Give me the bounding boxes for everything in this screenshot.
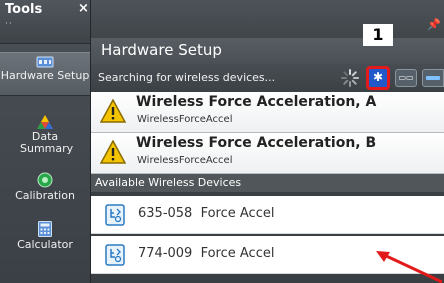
sensor-name: Wireless Force Acceleration, A: [136, 94, 377, 110]
calibration-icon: [37, 172, 53, 188]
sidebar-item-label: Calibration: [15, 189, 75, 202]
calculator-icon: [38, 221, 52, 237]
bluetooth-button[interactable]: ✱: [366, 66, 390, 90]
sidebar-item-calibration[interactable]: Calibration: [0, 172, 90, 202]
sidebar-title: Tools: [5, 2, 43, 17]
loading-spinner-icon: [341, 69, 359, 87]
available-devices-label: Available Wireless Devices: [95, 176, 242, 189]
sidebar-item-hardware-setup[interactable]: Hardware Setup: [0, 52, 90, 96]
sidebar-item-calculator[interactable]: Calculator: [0, 221, 90, 251]
cable-icon: [426, 76, 440, 80]
usb-icon: ▭▭: [398, 73, 414, 82]
hardware-icon: [36, 56, 54, 68]
tools-sidebar: Tools × ·· Hardware Setup Data Summary C…: [0, 0, 91, 283]
bluetooth-icon: ✱: [372, 70, 384, 84]
search-status-text: Searching for wireless devices...: [98, 71, 276, 84]
sidebar-item-label: Calculator: [17, 238, 73, 251]
cable-button[interactable]: [422, 69, 444, 87]
sidebar-item-label: Hardware Setup: [0, 69, 90, 82]
connected-sensor-row[interactable]: Wireless Force Acceleration, A WirelessF…: [91, 92, 444, 133]
sidebar-item-label: Data Summary: [20, 130, 74, 155]
sensor-type: WirelessForceAccel: [137, 114, 233, 125]
page-title: Hardware Setup: [101, 41, 222, 59]
device-name: 774-009 Force Accel: [138, 246, 275, 261]
warning-icon: [100, 99, 126, 123]
annotation-arrow: [376, 251, 443, 283]
data-summary-icon: [37, 115, 53, 129]
warning-icon: [100, 140, 126, 164]
status-toolbar: Searching for wireless devices... ✱ ▭▭: [91, 64, 444, 92]
pin-icon[interactable]: 📌: [427, 18, 441, 31]
sidebar-item-data-summary[interactable]: Data Summary: [0, 115, 90, 155]
device-name: 635-058 Force Accel: [138, 206, 275, 221]
sensor-name: Wireless Force Acceleration, B: [136, 135, 377, 151]
force-sensor-icon: [105, 244, 125, 266]
available-devices-header: Available Wireless Devices: [91, 174, 444, 192]
connected-sensor-row[interactable]: Wireless Force Acceleration, B WirelessF…: [91, 133, 444, 174]
sensor-type: WirelessForceAccel: [137, 155, 233, 166]
force-sensor-icon: [105, 204, 125, 226]
sidebar-header: Tools × ··: [0, 0, 90, 44]
available-device-row[interactable]: 635-058 Force Accel: [91, 196, 444, 234]
step-callout: 1: [363, 24, 393, 46]
close-icon[interactable]: ×: [78, 1, 89, 16]
usb-button[interactable]: ▭▭: [395, 69, 417, 87]
grip-icon[interactable]: ··: [5, 19, 13, 29]
